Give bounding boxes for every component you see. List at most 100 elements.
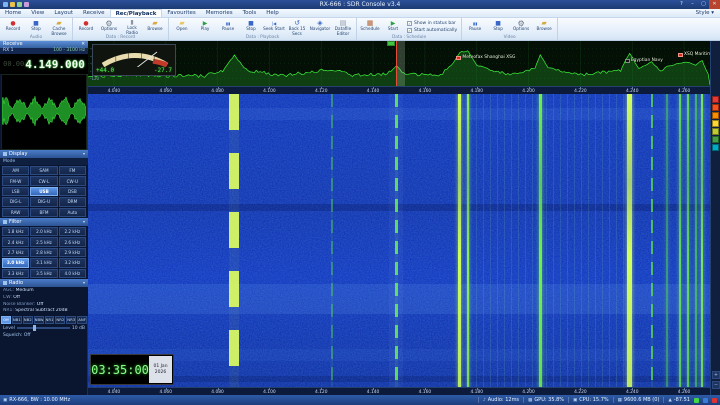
tab-favourites[interactable]: Favourites (162, 9, 200, 17)
chevron-down-icon[interactable]: ▾ (83, 150, 85, 158)
palette-color-button-5[interactable] (712, 136, 719, 143)
filter-button-3-0-khz[interactable]: 3.0 kHz (2, 258, 30, 268)
ribbon-button-seek-start[interactable]: |◀ Seek Start (263, 19, 285, 35)
filter-button-2-7-khz[interactable]: 2.7 kHz (2, 247, 30, 258)
frequency-axis-bottom[interactable]: 4.040 4.060 4.080 4.100 4.120 4.140 4.160 4.180… (88, 387, 710, 395)
filter-button-2-8-khz[interactable]: 2.8 kHz (30, 247, 58, 258)
toggle-button-nr2[interactable]: NR2 (55, 316, 66, 324)
mode-button-raw[interactable]: RAW (2, 207, 30, 217)
maximize-button[interactable]: ▢ (698, 0, 709, 9)
ribbon-button-start[interactable]: ▶ Start (382, 19, 404, 35)
app-icon[interactable] (3, 2, 8, 7)
ribbon-button-stop[interactable]: ■ Stop (487, 19, 509, 35)
toggle-button-off[interactable]: Off (1, 316, 11, 324)
level-slider[interactable] (16, 325, 70, 331)
filter-button-3-2-khz[interactable]: 3.2 kHz (58, 258, 86, 268)
ribbon-button-navigator[interactable]: ◈ Navigator (309, 19, 331, 35)
tuning-line[interactable] (396, 41, 398, 86)
mode-button-sam[interactable]: SAM (30, 166, 58, 176)
filter-button-2-5-khz[interactable]: 2.5 kHz (30, 237, 58, 247)
spectrum-display[interactable]: -40-60-80-100-120Meteofax Shanghai XSGEg… (88, 41, 710, 86)
tab-home[interactable]: Home (0, 9, 26, 17)
minimize-button[interactable]: – (687, 0, 698, 9)
ribbon-button-browse[interactable]: ▰ Browse (144, 19, 166, 35)
ribbon-button-datafile-editor[interactable]: ▤ Datafile Editor (332, 19, 354, 35)
filter-section-header[interactable]: Filter ▾ (0, 218, 88, 226)
mode-button-fm[interactable]: FM (58, 166, 86, 176)
filter-button-3-5-khz[interactable]: 3.5 kHz (30, 268, 58, 278)
style-button[interactable]: Style ▾ (690, 9, 720, 17)
mode-button-cw-u[interactable]: CW-U (58, 176, 86, 186)
mode-button-auto[interactable]: Auto (58, 207, 86, 217)
tab-help[interactable]: Help (261, 9, 284, 17)
toggle-button-nb1[interactable]: NB1 (11, 316, 22, 324)
ribbon-button-pause[interactable]: ▮▮ Pause (464, 19, 486, 35)
mode-button-dig-u[interactable]: DIG-U (30, 197, 58, 207)
tab-rec-playback[interactable]: Rec/Playback (109, 9, 163, 17)
tab-memories[interactable]: Memories (201, 9, 238, 17)
filter-button-2-9-khz[interactable]: 2.9 kHz (58, 247, 86, 258)
ribbon-button-record[interactable]: ● Record (2, 19, 24, 35)
help-button[interactable]: ? (676, 0, 687, 9)
save-icon[interactable] (10, 2, 15, 7)
filter-button-2-4-khz[interactable]: 2.4 kHz (2, 237, 30, 247)
tab-tools[interactable]: Tools (238, 9, 262, 17)
zoom-out-button[interactable]: − (712, 381, 720, 389)
ribbon-button-schedule[interactable]: ▦ Schedule (359, 19, 381, 35)
ribbon-button-back-15-secs[interactable]: ↺ Back 15 Secs (286, 19, 308, 35)
redo-icon[interactable] (24, 2, 29, 7)
mode-button-dsb[interactable]: DSB (58, 186, 86, 197)
display-section-header[interactable]: Display ▾ (0, 150, 88, 158)
toggle-button-anf[interactable]: ANF (77, 316, 87, 324)
filter-button-2-0-khz[interactable]: 2.0 kHz (30, 227, 58, 237)
station-marker-flag[interactable] (387, 41, 396, 46)
mode-button-am[interactable]: AM (2, 166, 30, 176)
mode-button-usb[interactable]: USB (30, 186, 58, 197)
toggle-button-nr3[interactable]: NR3 (66, 316, 77, 324)
toggle-button-nr1[interactable]: NR1 (44, 316, 55, 324)
palette-color-button-0[interactable] (712, 96, 719, 103)
palette-color-button-3[interactable] (712, 120, 719, 127)
ribbon-button-options[interactable]: ⚙ Options (98, 19, 120, 35)
ribbon-button-pause[interactable]: ▮▮ Pause (217, 19, 239, 35)
ribbon-button-stop[interactable]: ■ Stop (25, 19, 47, 35)
filter-button-4-0-khz[interactable]: 4.0 kHz (58, 268, 86, 278)
close-button[interactable]: ✕ (709, 0, 720, 9)
toggle-button-nbw[interactable]: NBW (33, 316, 44, 324)
ribbon-button-play[interactable]: ▶ Play (194, 19, 216, 35)
ribbon-button-browse[interactable]: ▰ Browse (533, 19, 555, 35)
filter-button-2-2-khz[interactable]: 2.2 kHz (58, 227, 86, 237)
toggle-button-nb2[interactable]: NB2 (22, 316, 33, 324)
palette-color-button-4[interactable] (712, 128, 719, 135)
tab-receive[interactable]: Receive (78, 9, 110, 17)
palette-color-button-1[interactable] (712, 104, 719, 111)
mode-button-cw-l[interactable]: CW-L (30, 176, 58, 186)
palette-color-button-2[interactable] (712, 112, 719, 119)
chevron-down-icon[interactable]: ▾ (83, 218, 85, 226)
chevron-down-icon[interactable]: ▾ (83, 279, 85, 287)
frequency-axis-top[interactable]: 4.040 4.060 4.080 4.100 4.120 4.140 4.160 4.180… (88, 86, 710, 94)
frequency-display[interactable]: 00.00 4.149.000 (0, 54, 88, 74)
zoom-in-button[interactable]: + (712, 371, 720, 379)
palette-color-button-6[interactable] (712, 144, 719, 151)
level-slider-thumb[interactable] (32, 325, 36, 331)
tab-layout[interactable]: Layout (49, 9, 78, 17)
ribbon-button-open[interactable]: ▰ Open (171, 19, 193, 35)
undo-icon[interactable] (17, 2, 22, 7)
mode-button-drm[interactable]: DRM (58, 197, 86, 207)
tab-view[interactable]: View (26, 9, 49, 17)
ribbon-button-stop[interactable]: ■ Stop (240, 19, 262, 35)
ribbon-button-lock-radio[interactable]: ▮ Lock Radio (121, 19, 143, 35)
filter-button-3-1-khz[interactable]: 3.1 kHz (30, 258, 58, 268)
ribbon-button-cache-browse[interactable]: ▰ Cache Browse (48, 19, 70, 35)
receive-pane-header[interactable]: Receive ✕ (0, 41, 88, 48)
mode-button-bfm[interactable]: BFM (30, 207, 58, 217)
mode-button-lsb[interactable]: LSB (2, 186, 30, 197)
filter-button-3-3-khz[interactable]: 3.3 kHz (2, 268, 30, 278)
ribbon-button-record[interactable]: ● Record (75, 19, 97, 35)
filter-button-2-6-khz[interactable]: 2.6 kHz (58, 237, 86, 247)
mode-button-fm-w[interactable]: FM-W (2, 176, 30, 186)
checkbox-show-in-status-bar[interactable]: ✓ Show in status bar (407, 21, 457, 26)
filter-button-1-8-khz[interactable]: 1.8 kHz (2, 227, 30, 237)
waterfall-display[interactable] (88, 94, 710, 387)
